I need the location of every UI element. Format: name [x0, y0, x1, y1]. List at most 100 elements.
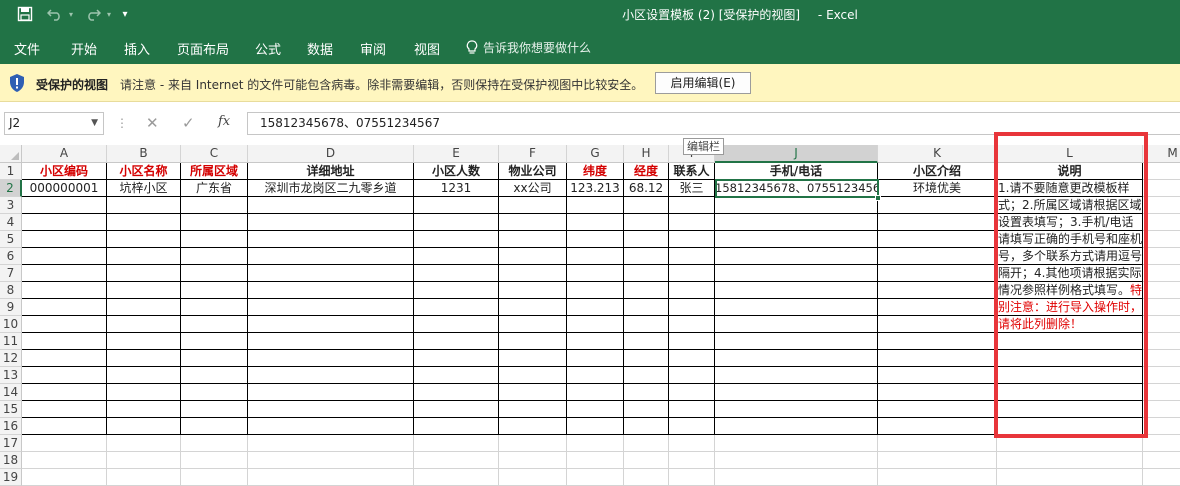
- cell-c2[interactable]: 广东省: [181, 180, 248, 197]
- cell-k6[interactable]: [878, 248, 997, 265]
- cell-g12[interactable]: [567, 350, 624, 367]
- cell-b4[interactable]: [107, 214, 181, 231]
- cell-i9[interactable]: [669, 299, 715, 316]
- cell-a1[interactable]: 小区编码: [22, 163, 107, 180]
- row-header-12[interactable]: 12: [0, 350, 22, 367]
- cell-i17[interactable]: [669, 435, 715, 452]
- cell-e16[interactable]: [414, 418, 499, 435]
- cell-f4[interactable]: [499, 214, 567, 231]
- cell-i16[interactable]: [669, 418, 715, 435]
- cell-e18[interactable]: [414, 452, 499, 469]
- cell-b3[interactable]: [107, 197, 181, 214]
- cell-a15[interactable]: [22, 401, 107, 418]
- cell-m18[interactable]: [1143, 452, 1180, 469]
- cell-j7[interactable]: [715, 265, 878, 282]
- cell-k1[interactable]: 小区介绍: [878, 163, 997, 180]
- chevron-down-icon[interactable]: ▼: [91, 113, 98, 134]
- insert-function-icon[interactable]: fx: [218, 114, 230, 129]
- cell-i7[interactable]: [669, 265, 715, 282]
- cell-d14[interactable]: [248, 384, 414, 401]
- row-header-7[interactable]: 7: [0, 265, 22, 282]
- cell-g10[interactable]: [567, 316, 624, 333]
- cell-a10[interactable]: [22, 316, 107, 333]
- cell-m4[interactable]: [1143, 214, 1180, 231]
- cell-f5[interactable]: [499, 231, 567, 248]
- cell-i10[interactable]: [669, 316, 715, 333]
- cell-a4[interactable]: [22, 214, 107, 231]
- cell-k13[interactable]: [878, 367, 997, 384]
- cell-j12[interactable]: [715, 350, 878, 367]
- tab-view[interactable]: 视图: [414, 39, 440, 58]
- cell-a17[interactable]: [22, 435, 107, 452]
- cell-h1[interactable]: 经度: [624, 163, 669, 180]
- cancel-icon[interactable]: ✕: [146, 114, 159, 132]
- cell-g6[interactable]: [567, 248, 624, 265]
- cell-d19[interactable]: [248, 469, 414, 486]
- cell-g5[interactable]: [567, 231, 624, 248]
- cell-a11[interactable]: [22, 333, 107, 350]
- cell-f8[interactable]: [499, 282, 567, 299]
- cell-i12[interactable]: [669, 350, 715, 367]
- cell-i15[interactable]: [669, 401, 715, 418]
- cell-f3[interactable]: [499, 197, 567, 214]
- cell-g8[interactable]: [567, 282, 624, 299]
- cell-m1[interactable]: [1143, 163, 1180, 180]
- cell-g15[interactable]: [567, 401, 624, 418]
- cell-j16[interactable]: [715, 418, 878, 435]
- cell-m7[interactable]: [1143, 265, 1180, 282]
- tab-formulas[interactable]: 公式: [255, 39, 281, 58]
- cell-f16[interactable]: [499, 418, 567, 435]
- cell-f6[interactable]: [499, 248, 567, 265]
- cell-c1[interactable]: 所属区域: [181, 163, 248, 180]
- cell-m15[interactable]: [1143, 401, 1180, 418]
- cell-b12[interactable]: [107, 350, 181, 367]
- cell-f7[interactable]: [499, 265, 567, 282]
- cell-g4[interactable]: [567, 214, 624, 231]
- tab-file[interactable]: 文件: [14, 39, 40, 58]
- row-header-3[interactable]: 3: [0, 197, 22, 214]
- cell-g19[interactable]: [567, 469, 624, 486]
- cell-i1[interactable]: 联系人: [669, 163, 715, 180]
- row-header-1[interactable]: 1: [0, 163, 22, 180]
- cell-f18[interactable]: [499, 452, 567, 469]
- cell-e15[interactable]: [414, 401, 499, 418]
- cell-j1[interactable]: 手机/电话: [715, 163, 878, 180]
- cell-h5[interactable]: [624, 231, 669, 248]
- cell-a12[interactable]: [22, 350, 107, 367]
- cell-b11[interactable]: [107, 333, 181, 350]
- cell-b6[interactable]: [107, 248, 181, 265]
- cell-c7[interactable]: [181, 265, 248, 282]
- cell-i18[interactable]: [669, 452, 715, 469]
- cell-f14[interactable]: [499, 384, 567, 401]
- row-header-10[interactable]: 10: [0, 316, 22, 333]
- cell-e4[interactable]: [414, 214, 499, 231]
- cell-b13[interactable]: [107, 367, 181, 384]
- column-header-c[interactable]: C: [181, 145, 248, 163]
- row-header-14[interactable]: 14: [0, 384, 22, 401]
- cell-m12[interactable]: [1143, 350, 1180, 367]
- cell-b15[interactable]: [107, 401, 181, 418]
- row-header-18[interactable]: 18: [0, 452, 22, 469]
- cell-b7[interactable]: [107, 265, 181, 282]
- row-header-2[interactable]: 2: [0, 180, 22, 197]
- cell-j11[interactable]: [715, 333, 878, 350]
- cell-b8[interactable]: [107, 282, 181, 299]
- cell-c8[interactable]: [181, 282, 248, 299]
- cell-j18[interactable]: [715, 452, 878, 469]
- cell-k8[interactable]: [878, 282, 997, 299]
- cell-h12[interactable]: [624, 350, 669, 367]
- cell-f15[interactable]: [499, 401, 567, 418]
- row-header-5[interactable]: 5: [0, 231, 22, 248]
- cell-m9[interactable]: [1143, 299, 1180, 316]
- cell-k16[interactable]: [878, 418, 997, 435]
- cell-f13[interactable]: [499, 367, 567, 384]
- cell-e12[interactable]: [414, 350, 499, 367]
- cell-i6[interactable]: [669, 248, 715, 265]
- tab-insert[interactable]: 插入: [124, 39, 150, 58]
- name-box[interactable]: J2 ▼: [4, 112, 104, 135]
- cell-f10[interactable]: [499, 316, 567, 333]
- cell-f2[interactable]: xx公司: [499, 180, 567, 197]
- cell-h9[interactable]: [624, 299, 669, 316]
- tab-page-layout[interactable]: 页面布局: [177, 39, 229, 58]
- column-header-g[interactable]: G: [567, 145, 624, 163]
